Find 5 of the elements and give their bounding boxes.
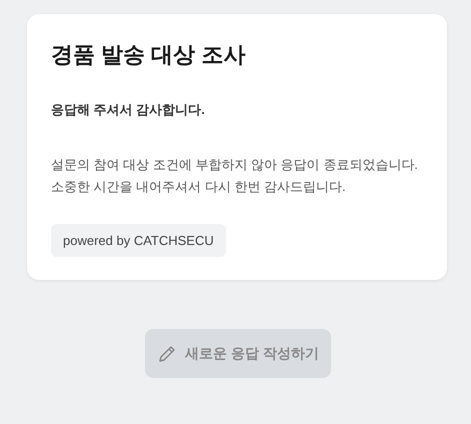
pencil-icon bbox=[157, 344, 178, 364]
end-message: 설문의 참여 대상 조건에 부합하지 않아 응답이 종료되었습니다. 소중한 시간을 내어주셔서 다시 한번 감사드립니다. bbox=[51, 156, 419, 196]
thanks-message: 응답해 주셔서 감사합니다. bbox=[51, 101, 206, 119]
powered-by-badge: powered by CATCHSECU bbox=[51, 224, 226, 257]
survey-title: 경품 발송 대상 조사 bbox=[51, 41, 246, 69]
